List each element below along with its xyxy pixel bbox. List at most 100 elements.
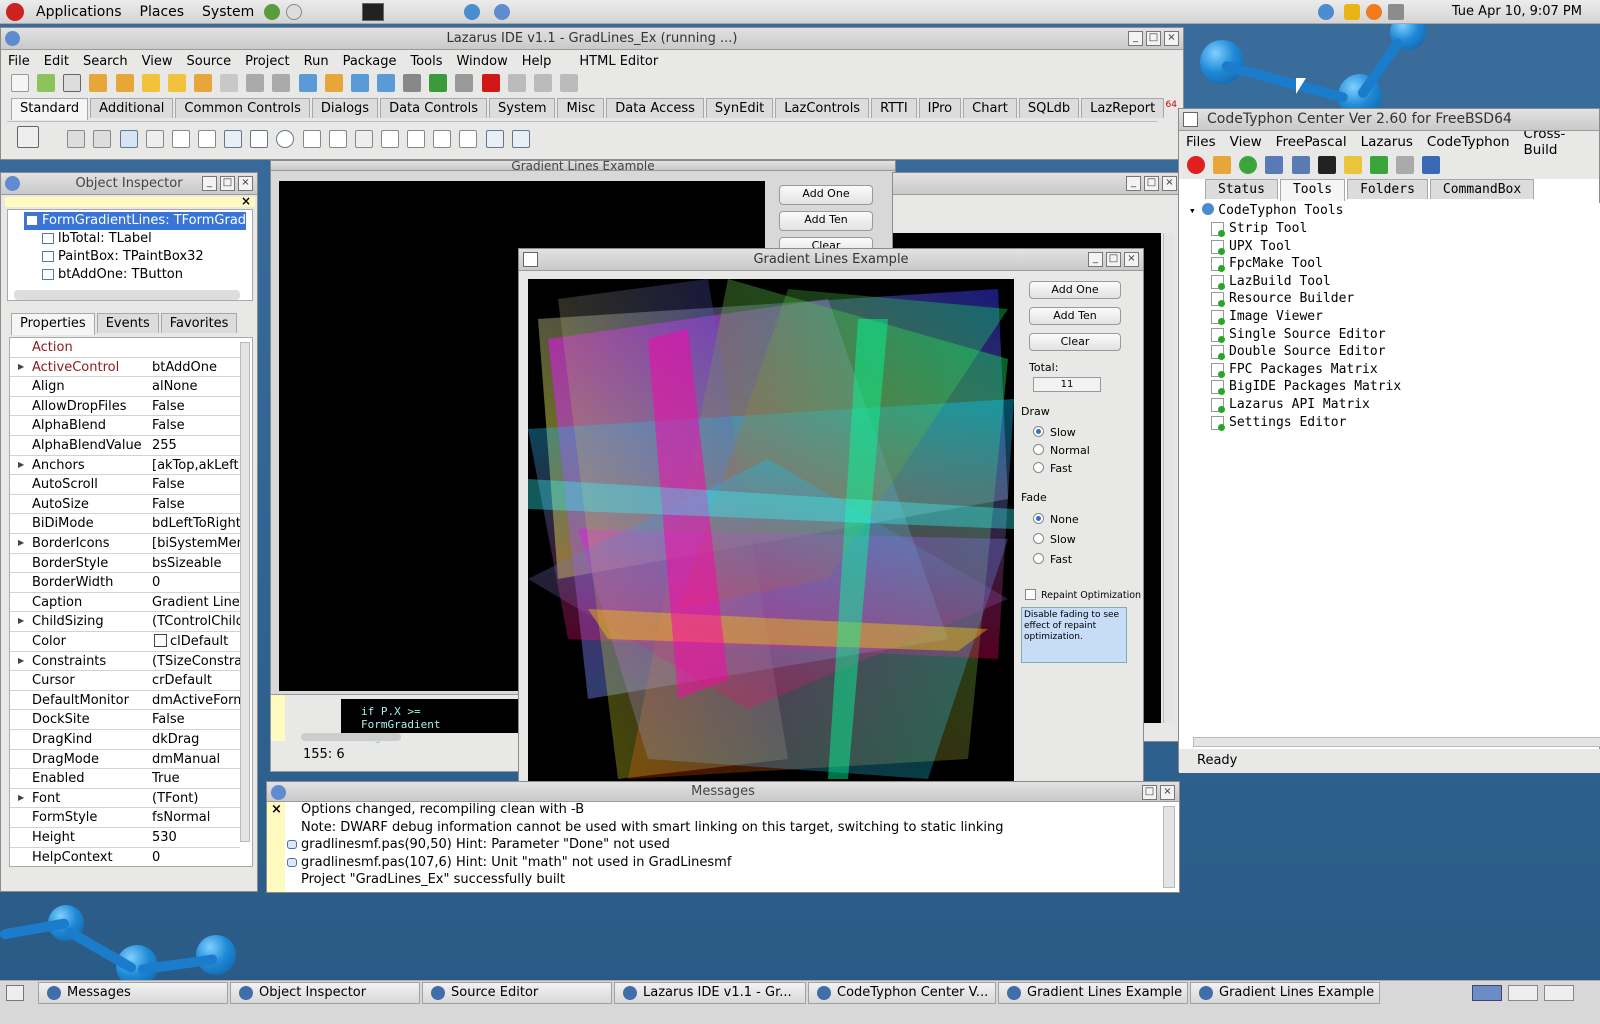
pointer-tool-icon[interactable] xyxy=(17,126,39,148)
view-units-icon[interactable] xyxy=(246,74,265,92)
property-value[interactable]: Gradient Line xyxy=(152,595,240,610)
system-menu[interactable]: System xyxy=(202,4,254,20)
property-value[interactable]: bdLeftToRight xyxy=(152,516,240,531)
tree-node[interactable]: PaintBox: TPaintBox32 xyxy=(40,248,204,266)
property-row[interactable]: HelpContext 0 xyxy=(10,848,240,866)
maximize-button[interactable]: □ xyxy=(220,176,235,191)
ct-menu-codetyphon[interactable]: CodeTyphon xyxy=(1420,134,1517,150)
designer-add-ten-button[interactable]: Add Ten xyxy=(779,211,873,231)
tree-node[interactable]: lbTotal: TLabel xyxy=(40,230,152,248)
memo-icon[interactable] xyxy=(197,130,216,148)
step-out-icon[interactable] xyxy=(559,74,578,92)
taskbar-button[interactable]: Source Editor xyxy=(422,982,612,1004)
project-options-icon[interactable] xyxy=(298,74,317,92)
property-row[interactable]: DragMode dmManual xyxy=(10,750,240,770)
fade-slow-radio[interactable]: Slow xyxy=(1033,533,1076,546)
property-value[interactable]: (TFont) xyxy=(152,791,240,806)
messages-scrollbar[interactable] xyxy=(1163,806,1175,888)
new-file-icon[interactable] xyxy=(11,74,29,92)
property-row[interactable]: Cursor crDefault xyxy=(10,671,240,691)
exit-icon[interactable] xyxy=(1187,156,1205,174)
property-row[interactable]: ▶ BorderIcons [biSystemMen xyxy=(10,534,240,554)
property-value[interactable]: [akTop,akLeft] xyxy=(152,458,240,473)
places-menu[interactable]: Places xyxy=(140,4,185,20)
expand-arrow-icon[interactable]: ▶ xyxy=(18,362,24,371)
close-filter-icon[interactable]: × xyxy=(241,194,251,208)
view-forms-icon[interactable] xyxy=(272,74,291,92)
property-row[interactable]: AllowDropFiles False xyxy=(10,397,240,417)
taskbar-button[interactable]: Gradient Lines Example xyxy=(998,982,1188,1004)
property-value[interactable]: 0 xyxy=(152,850,240,865)
tool-item[interactable]: Strip Tool xyxy=(1211,221,1307,237)
expand-arrow-icon[interactable]: ▶ xyxy=(18,793,24,802)
property-row[interactable]: ▶ Font (TFont) xyxy=(10,789,240,809)
property-row[interactable]: Align alNone xyxy=(10,377,240,397)
menu-window[interactable]: Window xyxy=(449,54,514,69)
groupbox-icon[interactable] xyxy=(380,130,399,148)
step-into-icon[interactable] xyxy=(507,74,526,92)
property-row[interactable]: BorderStyle bsSizeable xyxy=(10,554,240,574)
pause-icon[interactable] xyxy=(455,74,474,92)
add-to-project-icon[interactable] xyxy=(324,74,343,92)
workspace-switcher[interactable] xyxy=(1472,985,1502,1001)
tree-node[interactable]: btAddOne: TButton xyxy=(40,266,183,284)
message-line[interactable]: Project "GradLines_Ex" successfully buil… xyxy=(301,872,565,887)
ide-titlebar[interactable]: Lazarus IDE v1.1 - GradLines_Ex (running… xyxy=(1,28,1183,50)
tool-item[interactable]: BigIDE Packages Matrix xyxy=(1211,379,1401,396)
palette-tab-lazreport[interactable]: LazReport xyxy=(1081,98,1165,118)
checkbox-icon[interactable] xyxy=(250,130,269,148)
menu-file[interactable]: File xyxy=(1,54,37,69)
tool-item[interactable]: FPC Packages Matrix xyxy=(1211,362,1378,378)
minimize-button[interactable]: _ xyxy=(1126,176,1141,191)
property-row[interactable]: Action xyxy=(10,338,240,358)
radiogroup-icon[interactable] xyxy=(407,130,426,148)
refresh-icon[interactable] xyxy=(1239,156,1258,174)
applications-menu[interactable]: Applications xyxy=(36,4,122,20)
mail-icon[interactable] xyxy=(286,3,303,20)
ct-menu-files[interactable]: Files xyxy=(1179,134,1223,150)
palette-tab-lazcontrols[interactable]: LazControls xyxy=(775,98,870,118)
property-value[interactable]: 0 xyxy=(152,575,240,590)
tool-item[interactable]: Double Source Editor xyxy=(1211,344,1386,361)
minimize-button[interactable]: _ xyxy=(1128,31,1143,46)
palette-tab-ipro[interactable]: IPro xyxy=(918,98,962,118)
ct-tab-status[interactable]: Status xyxy=(1205,179,1278,199)
save-all-icon[interactable] xyxy=(167,74,186,92)
actionlist-icon[interactable] xyxy=(511,130,530,148)
property-value[interactable]: [biSystemMen xyxy=(152,536,240,551)
close-button[interactable]: × xyxy=(238,176,253,191)
palette-tab-sqldb[interactable]: SQLdb xyxy=(1018,98,1080,118)
property-value[interactable]: False xyxy=(152,477,240,492)
toggle-form-icon[interactable] xyxy=(220,74,239,92)
message-line[interactable]: gradlinesmf.pas(107,6) Hint: Unit "math"… xyxy=(287,855,731,870)
source-editor-titlebar[interactable]: _ □ × xyxy=(893,173,1181,195)
property-value[interactable]: False xyxy=(152,712,240,727)
typhon-launcher-icon[interactable] xyxy=(464,3,481,20)
clear-button[interactable]: Clear xyxy=(1029,333,1121,351)
message-line[interactable]: gradlinesmf.pas(90,50) Hint: Parameter "… xyxy=(287,837,670,852)
tool-item[interactable]: UPX Tool xyxy=(1211,239,1292,255)
fade-none-radio[interactable]: None xyxy=(1033,513,1079,526)
menu-help[interactable]: Help xyxy=(515,54,559,69)
designer-titlebar[interactable]: Gradient Lines Example xyxy=(271,161,895,171)
expand-arrow-icon[interactable]: ▶ xyxy=(18,460,24,469)
compile-icon[interactable] xyxy=(350,74,369,92)
open-icon[interactable] xyxy=(89,74,108,92)
close-messages-icon[interactable]: × xyxy=(271,802,282,817)
tool-item[interactable]: Settings Editor xyxy=(1211,415,1346,431)
draw-slow-radio[interactable]: Slow xyxy=(1033,426,1076,439)
palette-tab-standard[interactable]: Standard xyxy=(11,98,89,120)
menu-project[interactable]: Project xyxy=(238,54,296,69)
property-value[interactable]: False xyxy=(152,418,240,433)
close-icon[interactable] xyxy=(193,74,212,92)
property-row[interactable]: AutoScroll False xyxy=(10,475,240,495)
horizontal-scrollbar[interactable] xyxy=(301,733,401,741)
property-row[interactable]: ▶ Constraints (TSizeConstra xyxy=(10,652,240,672)
frame-icon[interactable] xyxy=(485,130,504,148)
maximize-button[interactable]: □ xyxy=(1146,31,1161,46)
step-over-icon[interactable] xyxy=(533,74,552,92)
ct-tab-commandbox[interactable]: CommandBox xyxy=(1429,179,1535,199)
add-ten-button[interactable]: Add Ten xyxy=(1029,307,1121,325)
property-value[interactable]: (TControlChild xyxy=(152,614,240,629)
draw-normal-radio[interactable]: Normal xyxy=(1033,444,1090,457)
